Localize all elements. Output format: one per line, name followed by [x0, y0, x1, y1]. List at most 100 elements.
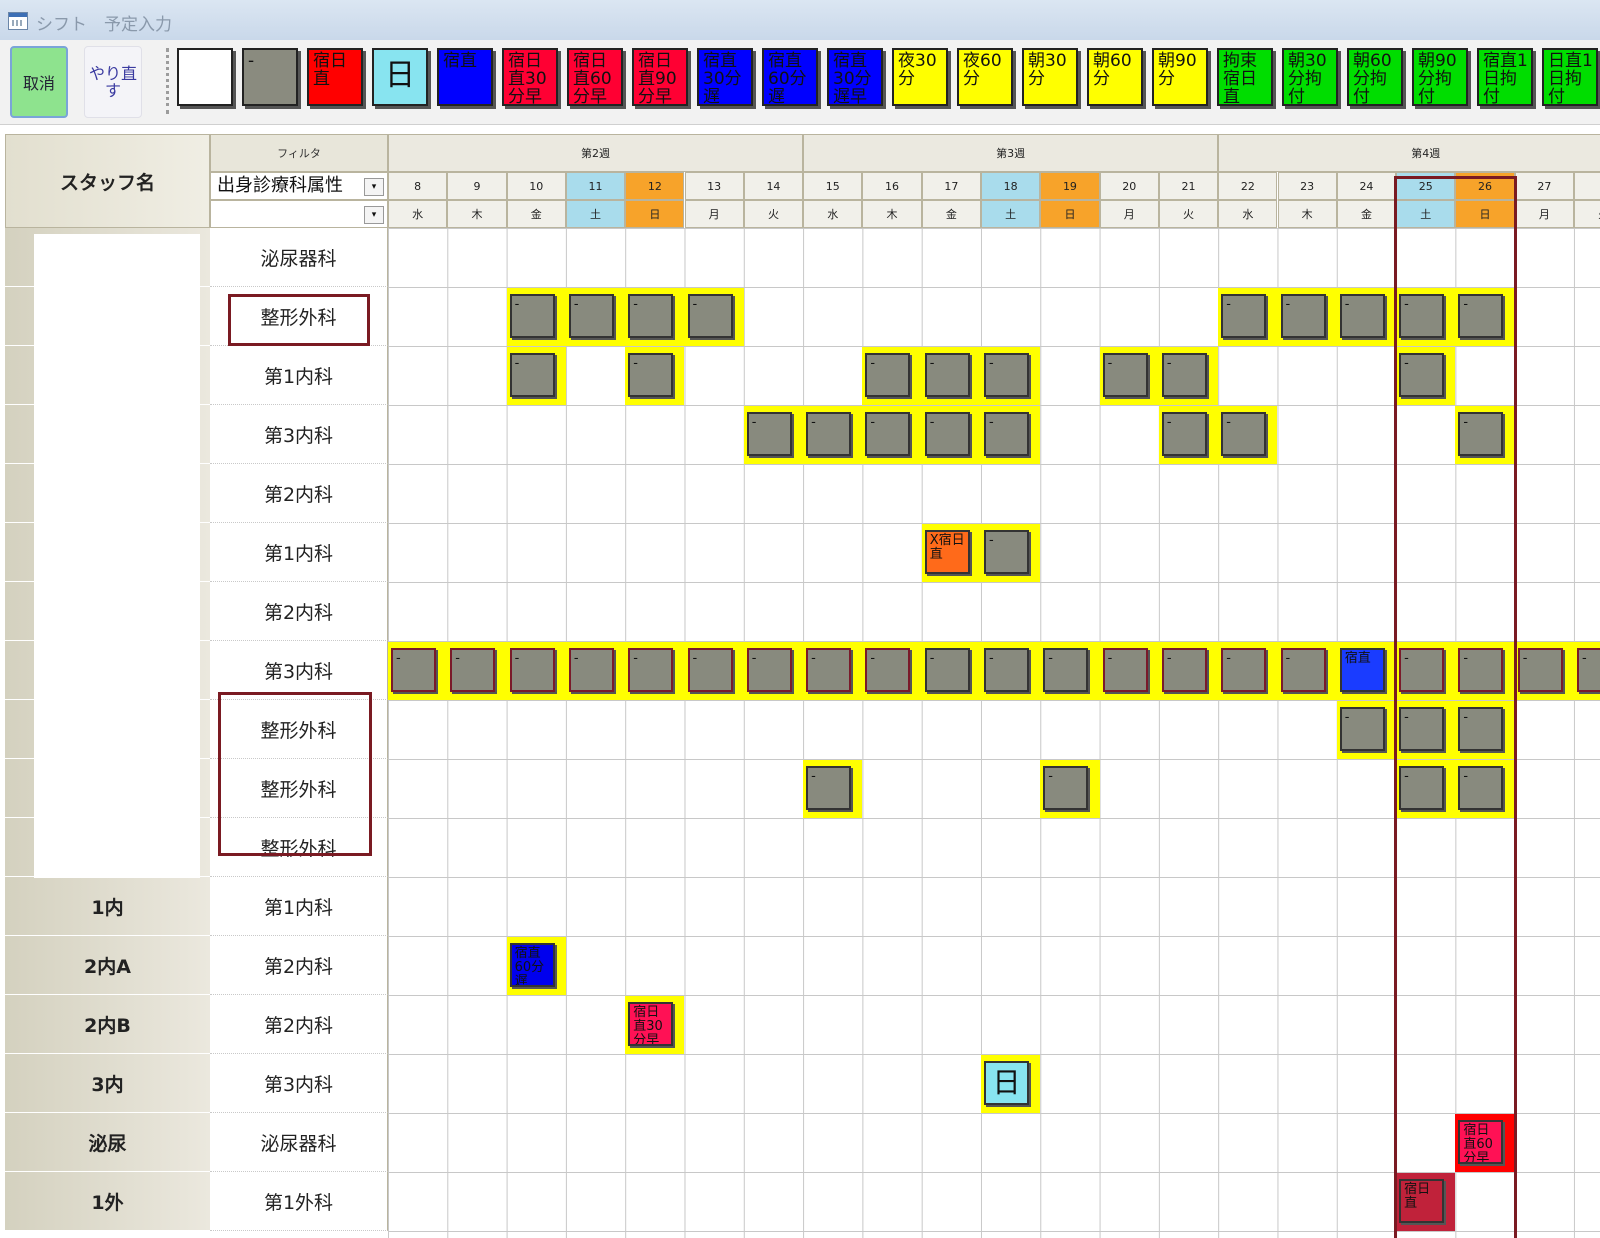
stamp-button[interactable]: 宿日直90分早 [632, 48, 688, 106]
secondary-filter-select[interactable]: ▾ [210, 200, 388, 228]
shift-stamp[interactable]: - [865, 353, 911, 397]
stamp-button[interactable]: 夜30分 [892, 48, 948, 106]
shift-stamp[interactable]: 宿直60分遅 [509, 943, 555, 987]
shift-stamp[interactable]: - [1161, 648, 1207, 692]
stamp-button[interactable]: 宿直60分遅 [762, 48, 818, 106]
shift-stamp[interactable]: - [984, 353, 1029, 397]
staff-name-cell[interactable]: 1外 [5, 1172, 210, 1231]
shift-stamp[interactable]: - [806, 648, 852, 692]
shift-stamp[interactable]: - [509, 353, 555, 397]
stamp-button[interactable]: 夜60分 [957, 48, 1013, 106]
stamp-button[interactable]: 朝60分拘付 [1347, 48, 1403, 106]
stamp-button[interactable]: 日直1日拘付 [1542, 48, 1598, 106]
stamp-button[interactable]: 宿直30分遅 [697, 48, 753, 106]
staff-name-cell[interactable]: 3内 [5, 1054, 210, 1113]
shift-stamp[interactable]: - [1161, 353, 1207, 397]
department-cell: 第3内科 [210, 405, 388, 464]
shift-stamp[interactable]: - [687, 648, 733, 692]
weekday-label: 月 [1514, 200, 1574, 228]
shift-stamp[interactable]: - [1221, 412, 1267, 456]
shift-stamp[interactable]: - [450, 648, 496, 692]
shift-stamp[interactable]: 宿日直30分早 [628, 1002, 674, 1046]
shift-stamp[interactable]: - [924, 412, 970, 456]
shift-stamp[interactable]: - [1280, 648, 1326, 692]
shift-stamp[interactable]: - [1339, 707, 1385, 751]
shift-stamp[interactable]: - [746, 412, 792, 456]
shift-stamp[interactable]: - [984, 530, 1029, 574]
stamp-button[interactable]: 朝90分拘付 [1412, 48, 1468, 106]
shift-stamp[interactable]: - [1102, 353, 1148, 397]
stamp-button[interactable]: 宿日直30分早 [502, 48, 558, 106]
shift-stamp[interactable]: - [806, 412, 852, 456]
shift-stamp[interactable]: - [1221, 648, 1267, 692]
weekday-label: 火 [743, 200, 804, 228]
day-number: 8 [388, 172, 448, 200]
attribute-filter-value: 出身診療科属性 [217, 175, 343, 196]
stamp-toolbar: 取消 やり直す - 宿日直日宿直 宿日直30分早 宿日直60分早 宿日直90分早 宿直30… [0, 40, 1600, 125]
weekday-label: 木 [447, 200, 507, 228]
stamp-button[interactable]: 日 [372, 48, 428, 106]
shift-stamp[interactable]: - [628, 353, 674, 397]
stamp-button[interactable]: 朝30分拘付 [1282, 48, 1338, 106]
filter-label: フィルタ [210, 134, 388, 172]
shift-stamp[interactable]: - [1221, 294, 1267, 338]
shift-stamp[interactable]: - [984, 648, 1029, 692]
weekday-label: 火 [1158, 200, 1219, 228]
day-number: 2 [1574, 172, 1600, 200]
weekday-label: 土 [981, 200, 1041, 228]
department-cell: 第1内科 [210, 346, 388, 405]
staff-name-cell[interactable]: 2内A [5, 936, 210, 995]
shift-stamp[interactable]: - [806, 766, 852, 810]
shift-stamp[interactable]: - [568, 294, 614, 338]
shift-stamp[interactable]: - [509, 294, 555, 338]
shift-stamp[interactable]: - [984, 412, 1029, 456]
staff-name-cell[interactable]: 2内B [5, 995, 210, 1054]
weekday-label: 金 [921, 200, 981, 228]
stamp-button[interactable]: 拘束宿日直 [1217, 48, 1273, 106]
stamp-button[interactable]: 宿直1日拘付 [1477, 48, 1533, 106]
stamp-button[interactable]: 朝60分 [1087, 48, 1143, 106]
stamp-button[interactable]: 朝90分 [1152, 48, 1208, 106]
staff-name-cell[interactable]: 泌尿 [5, 1113, 210, 1172]
shift-stamp[interactable]: - [1280, 294, 1326, 338]
shift-stamp[interactable]: - [568, 648, 614, 692]
shift-stamp[interactable]: - [391, 648, 436, 692]
stamp-button[interactable]: 宿日直 [307, 48, 363, 106]
shift-stamp[interactable]: X宿日直 [924, 530, 970, 574]
shift-stamp[interactable]: - [628, 294, 674, 338]
shift-stamp[interactable]: - [865, 648, 911, 692]
redo-button[interactable]: やり直す [84, 46, 142, 118]
shift-stamp[interactable]: - [924, 353, 970, 397]
day-number: 19 [1040, 172, 1100, 200]
stamp-button[interactable]: 宿日直60分早 [567, 48, 623, 106]
shift-stamp[interactable]: - [1102, 648, 1148, 692]
shift-stamp[interactable]: - [628, 648, 674, 692]
stamp-button[interactable]: - [242, 48, 298, 106]
shift-stamp[interactable]: - [687, 294, 733, 338]
shift-stamp[interactable]: - [509, 648, 555, 692]
shift-stamp[interactable]: - [746, 648, 792, 692]
shift-stamp[interactable]: - [865, 412, 911, 456]
shift-stamp[interactable]: - [1577, 648, 1600, 692]
shift-stamp[interactable]: - [1339, 294, 1385, 338]
shift-stamp[interactable]: - [1043, 648, 1089, 692]
shift-stamp[interactable]: - [1517, 648, 1563, 692]
chevron-down-icon[interactable]: ▾ [364, 206, 384, 224]
attribute-filter-select[interactable]: 出身診療科属性 ▾ [210, 172, 388, 200]
shift-stamp[interactable]: 宿直 [1339, 648, 1385, 692]
staff-name-cell[interactable]: 1内 [5, 877, 210, 936]
shift-stamp[interactable]: - [1043, 766, 1089, 810]
stamp-button[interactable]: 朝30分 [1022, 48, 1078, 106]
stamp-button[interactable]: 宿直30分遅早 [827, 48, 883, 106]
weekday-label: 水 [803, 200, 863, 228]
day-number: 21 [1158, 172, 1219, 200]
cancel-button[interactable]: 取消 [10, 46, 68, 118]
shift-stamp[interactable]: - [1161, 412, 1207, 456]
stamp-button[interactable]: 宿直 [437, 48, 493, 106]
day-number: 24 [1336, 172, 1397, 200]
stamp-button[interactable] [177, 48, 233, 106]
shift-stamp[interactable]: - [924, 648, 970, 692]
shift-stamp[interactable]: 日 [984, 1061, 1029, 1105]
chevron-down-icon[interactable]: ▾ [364, 178, 384, 196]
day-number: 17 [921, 172, 981, 200]
